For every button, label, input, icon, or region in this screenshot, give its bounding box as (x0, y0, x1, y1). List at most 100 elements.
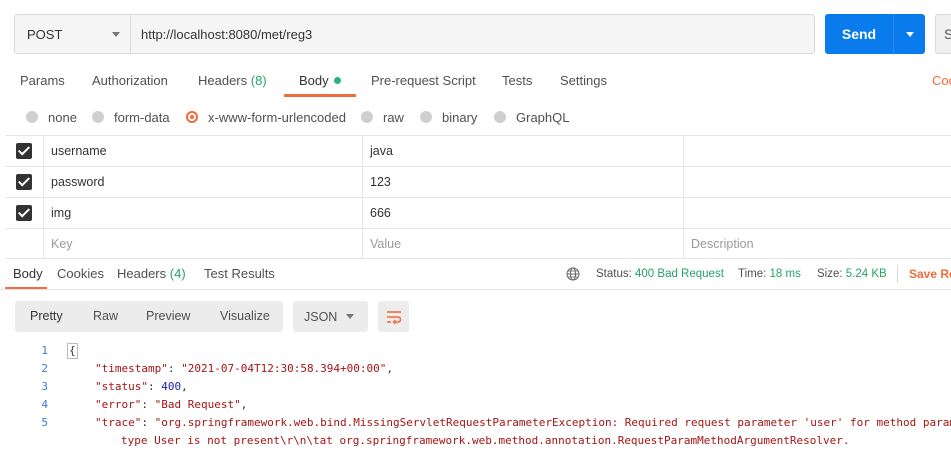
radio-binary[interactable]: binary (420, 106, 477, 128)
time-info: Time: 18 ms (738, 262, 801, 286)
value-cell[interactable]: java (364, 136, 684, 166)
view-pretty-button[interactable]: Pretty (30, 301, 63, 332)
radio-circle (26, 111, 38, 123)
key-cell[interactable]: img (45, 198, 363, 228)
view-mode-group: Pretty Raw Preview Visualize (15, 301, 283, 332)
response-tab-test-results[interactable]: Test Results (204, 262, 275, 286)
tab-params[interactable]: Params (20, 66, 65, 96)
response-tabs: Body Cookies Headers (4) Test Results (0, 262, 951, 288)
tab-pre-request-script[interactable]: Pre-request Script (371, 66, 476, 96)
radio-label: none (48, 109, 77, 125)
divider (897, 265, 898, 283)
row-checkbox-empty (5, 229, 44, 259)
save-button[interactable]: S (935, 14, 951, 54)
radio-raw[interactable]: raw (361, 106, 404, 128)
code-line-wrapped: type User is not present\r\n\tat org.spr… (121, 434, 850, 447)
tab-tests[interactable]: Tests (502, 66, 532, 96)
json-key: "error" (95, 398, 142, 411)
tab-settings[interactable]: Settings (560, 66, 607, 96)
value-cell[interactable]: 666 (364, 198, 684, 228)
tab-body[interactable]: Body (299, 66, 341, 96)
send-options-button[interactable] (893, 14, 925, 54)
radio-label: GraphQL (516, 109, 570, 125)
radio-none[interactable]: none (26, 106, 77, 128)
view-visualize-button[interactable]: Visualize (220, 301, 270, 332)
brace-token: { (67, 343, 78, 359)
radio-label: raw (383, 109, 404, 125)
line-number: 4 (41, 398, 48, 411)
row-checkbox[interactable] (5, 167, 44, 197)
response-body-code[interactable]: 1 { 2 "timestamp": "2021-07-04T12:30:58.… (0, 340, 951, 450)
key-input[interactable]: Key (45, 229, 363, 259)
code-line: "error": "Bad Request", (95, 398, 248, 411)
send-label: Send (841, 26, 877, 42)
radio-circle (92, 111, 104, 123)
time-value: 18 ms (769, 268, 801, 280)
format-select[interactable]: JSON (293, 301, 368, 332)
cookies-link[interactable]: Coo (932, 66, 951, 96)
radio-graphql[interactable]: GraphQL (494, 106, 569, 128)
radio-label: binary (442, 109, 478, 125)
table-row-new: Key Value Description (5, 228, 951, 259)
response-tab-headers-label: Headers (117, 266, 167, 281)
radio-label: x-www-form-urlencoded (208, 109, 346, 125)
tab-body-label: Body (299, 73, 329, 88)
format-label: JSON (304, 309, 338, 324)
radio-form-data[interactable]: form-data (92, 106, 170, 128)
save-response-button[interactable]: Save Re (909, 262, 951, 286)
radio-circle (494, 111, 506, 123)
description-input[interactable]: Description (685, 229, 951, 259)
description-cell[interactable] (685, 136, 951, 166)
radio-circle-checked (186, 111, 198, 123)
divider (0, 289, 951, 290)
response-tab-headers-count: (4) (169, 266, 186, 281)
method-select[interactable]: POST (15, 15, 131, 53)
json-value: "org.springframework.web.bind.MissingSer… (154, 416, 951, 429)
size-info: Size: 5.24 KB (817, 262, 887, 286)
json-punct: , (240, 398, 248, 411)
radio-x-www-form-urlencoded[interactable]: x-www-form-urlencoded (186, 106, 346, 128)
code-line: "timestamp": "2021-07-04T12:30:58.394+00… (95, 362, 394, 375)
tab-authorization[interactable]: Authorization (92, 66, 168, 96)
line-number: 5 (41, 416, 48, 429)
status-label: Status: (596, 268, 632, 280)
request-bar: POST http://localhost:8080/met/reg3 (14, 14, 815, 54)
radio-circle (361, 111, 373, 123)
key-cell[interactable]: password (45, 167, 363, 197)
description-cell[interactable] (685, 198, 951, 228)
view-raw-button[interactable]: Raw (93, 301, 118, 332)
value-cell[interactable]: 123 (364, 167, 684, 197)
tab-headers[interactable]: Headers (8) (198, 66, 267, 96)
description-cell[interactable] (685, 167, 951, 197)
body-type-radios: none form-data x-www-form-urlencoded raw… (0, 106, 951, 130)
json-value: "Bad Request" (154, 398, 241, 411)
active-tab-indicator (284, 94, 356, 97)
request-tabs: Params Authorization Headers (8) Body Pr… (0, 66, 951, 98)
wrap-lines-button[interactable] (378, 301, 409, 332)
checkmark-icon (16, 143, 32, 159)
url-input[interactable]: http://localhost:8080/met/reg3 (131, 15, 814, 53)
json-key: "trace" (95, 416, 142, 429)
json-punct: , (181, 380, 188, 393)
checkmark-icon (16, 205, 32, 221)
globe-icon[interactable] (566, 267, 580, 281)
code-line: "trace": "org.springframework.web.bind.M… (95, 414, 951, 432)
tab-headers-count: (8) (250, 73, 267, 88)
url-text: http://localhost:8080/met/reg3 (141, 26, 313, 42)
method-label: POST (27, 26, 63, 42)
send-button[interactable]: Send (825, 14, 925, 54)
active-dot-icon (333, 77, 341, 85)
view-preview-button[interactable]: Preview (146, 301, 190, 332)
value-input[interactable]: Value (364, 229, 684, 259)
response-tab-headers[interactable]: Headers (4) (117, 262, 186, 286)
status-value: 400 Bad Request (635, 268, 724, 280)
response-tab-body[interactable]: Body (13, 262, 43, 286)
row-checkbox[interactable] (5, 136, 44, 166)
json-value: "2021-07-04T12:30:58.394+00:00" (181, 362, 387, 375)
table-row: img 666 (5, 197, 951, 228)
key-cell[interactable]: username (45, 136, 363, 166)
chevron-down-icon (905, 31, 914, 37)
tab-headers-label: Headers (198, 73, 248, 88)
row-checkbox[interactable] (5, 198, 44, 228)
response-tab-cookies[interactable]: Cookies (57, 262, 104, 286)
